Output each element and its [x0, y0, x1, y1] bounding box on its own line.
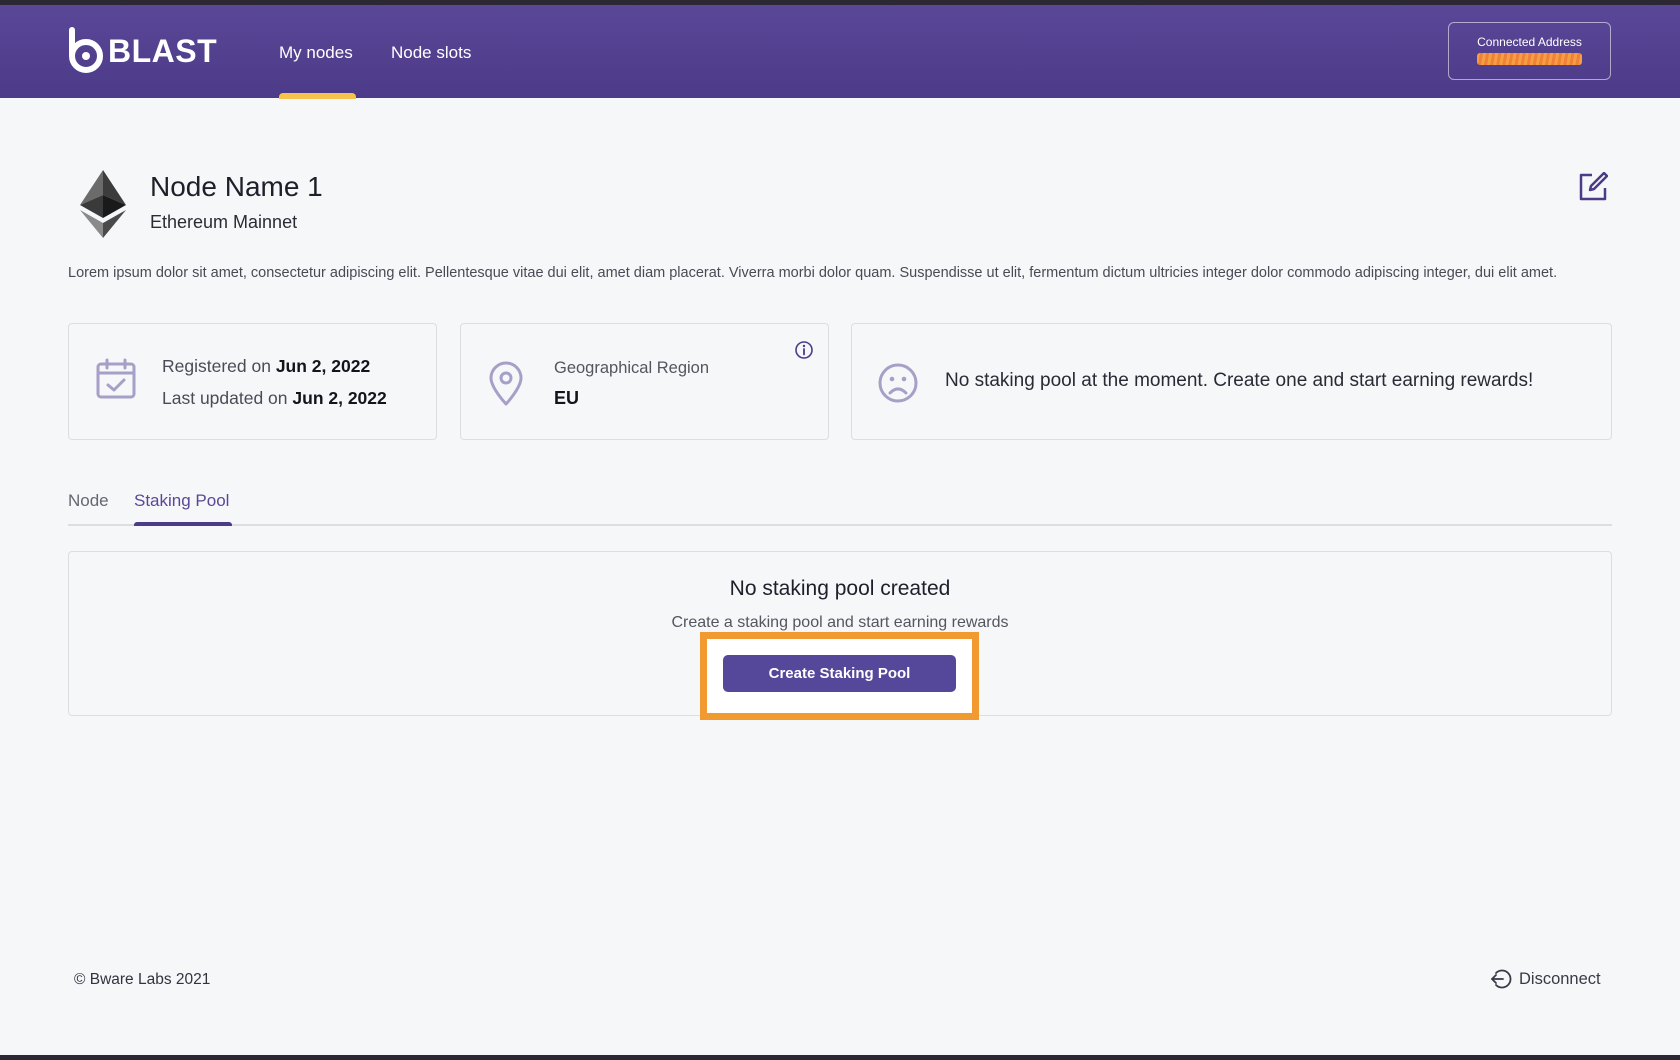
bottom-bar: [0, 1055, 1680, 1060]
region-label: Geographical Region: [554, 359, 710, 377]
pool-status-card: No staking pool at the moment. Create on…: [851, 323, 1612, 440]
registered-on: Registered on Jun 2, 2022: [162, 356, 370, 377]
app-window: BLAST My nodes Node slots Connected Addr…: [0, 5, 1680, 1055]
node-description: Lorem ipsum dolor sit amet, consectetur …: [68, 265, 1558, 281]
info-icon[interactable]: [794, 340, 814, 360]
logo-text: BLAST: [108, 32, 218, 69]
tab-active-indicator: [134, 522, 232, 526]
disconnect-label: Disconnect: [1519, 969, 1601, 988]
nav-node-slots[interactable]: Node slots: [391, 43, 471, 63]
tab-node[interactable]: Node: [68, 491, 109, 511]
tab-staking-pool[interactable]: Staking Pool: [134, 491, 229, 511]
empty-state-title: No staking pool created: [729, 577, 951, 600]
ethereum-icon: [80, 170, 126, 238]
footer-copyright: © Bware Labs 2021: [74, 971, 211, 988]
blast-logo-icon: [69, 27, 103, 73]
node-network: Ethereum Mainnet: [150, 212, 298, 232]
blast-logo[interactable]: BLAST: [67, 27, 217, 75]
region-value: EU: [554, 388, 580, 408]
top-header: BLAST My nodes Node slots Connected Addr…: [0, 5, 1680, 99]
registration-card: Registered on Jun 2, 2022 Last updated o…: [68, 323, 437, 440]
pool-status-message: No staking pool at the moment. Create on…: [945, 370, 1534, 391]
region-card: Geographical Region EU: [460, 323, 829, 440]
nav-my-nodes[interactable]: My nodes: [279, 43, 353, 63]
updated-label: Last updated on: [162, 388, 293, 408]
map-pin-icon: [489, 361, 523, 406]
connected-address-value: 0x00000000: [1477, 53, 1582, 65]
disconnect-button[interactable]: Disconnect: [1490, 968, 1601, 990]
create-staking-pool-button[interactable]: Create Staking Pool: [723, 655, 956, 692]
registered-label: Registered on: [162, 356, 276, 376]
last-updated-on: Last updated on Jun 2, 2022: [162, 388, 387, 409]
registered-date: Jun 2, 2022: [275, 356, 371, 376]
empty-state-subtitle: Create a staking pool and start earning …: [671, 614, 1009, 631]
logout-icon: [1491, 969, 1512, 989]
calendar-check-icon: [96, 358, 136, 399]
sad-face-icon: [878, 363, 918, 403]
updated-date: Jun 2, 2022: [292, 388, 387, 408]
node-name: Node Name 1: [150, 171, 323, 202]
tabs-divider: [68, 524, 1612, 526]
connected-address-label: Connected Address: [1477, 35, 1582, 49]
connected-address-box[interactable]: Connected Address 0x00000000: [1448, 22, 1611, 80]
edit-icon[interactable]: [1578, 172, 1608, 202]
nav-active-indicator: [279, 93, 356, 99]
